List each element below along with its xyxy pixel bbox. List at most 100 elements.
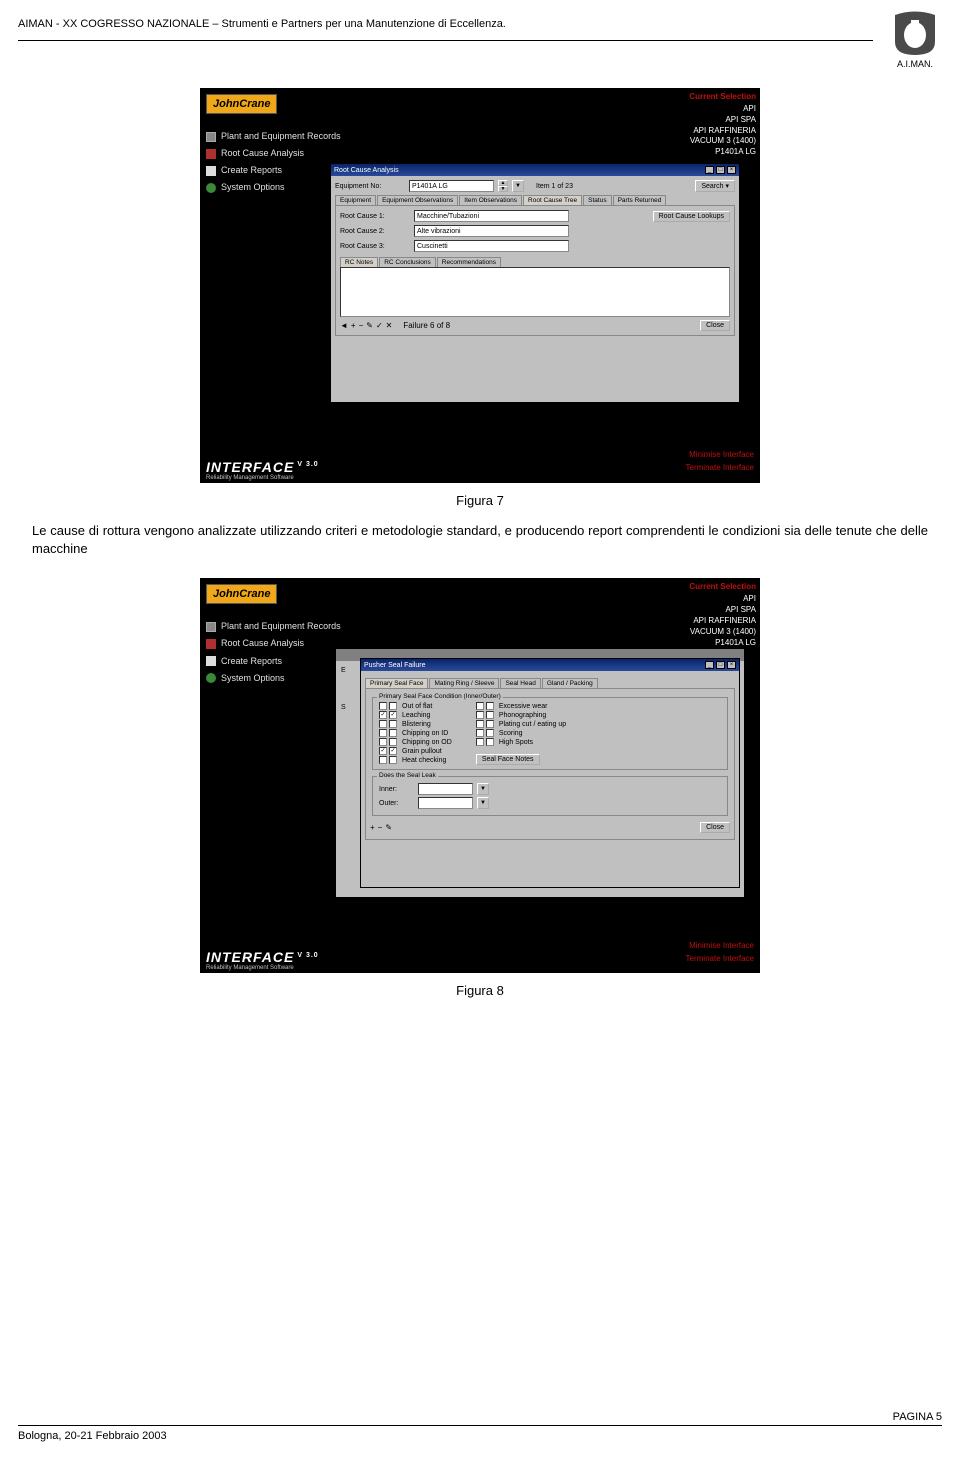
chevron-down-icon[interactable]: ▼ [477,783,489,795]
check-label: Phonographing [499,712,547,719]
checkbox-outer[interactable] [486,711,494,719]
close-button[interactable]: Close [700,320,730,331]
check-row: Heat checking [379,756,452,764]
minimise-interface-link[interactable]: Minimise Interface [686,940,754,953]
inner-leak-select[interactable] [418,783,473,795]
notes-textarea[interactable] [340,267,730,317]
checkbox-inner[interactable] [379,756,387,764]
checkbox-outer[interactable] [389,729,397,737]
tab-recommendations[interactable]: Recommendations [437,257,501,267]
check-label: Leaching [402,712,430,719]
tab-status[interactable]: Status [583,195,611,205]
nav-system-options[interactable]: System Options [206,670,341,687]
current-selection-list: API API SPA API RAFFINERIA VACUUM 3 (140… [690,594,756,648]
minimise-interface-link[interactable]: Minimise Interface [686,449,754,462]
terminate-interface-link[interactable]: Terminate Interface [686,953,754,966]
delete-record-button[interactable]: − [359,321,364,330]
checkbox-outer[interactable] [486,729,494,737]
checkbox-outer[interactable] [389,720,397,728]
maximize-button[interactable]: □ [716,661,725,669]
search-button[interactable]: Search ▾ [695,180,735,192]
checkbox-inner[interactable] [476,702,484,710]
check-row: Phonographing [476,711,566,719]
tab-rc-conclusions[interactable]: RC Conclusions [379,257,436,267]
nav-system-options[interactable]: System Options [206,179,341,196]
check-row: Excessive wear [476,702,566,710]
close-window-button[interactable]: × [727,166,736,174]
checkbox-outer[interactable] [389,738,397,746]
first-record-button[interactable]: ◄ [340,321,348,330]
nav-label: Root Cause Analysis [221,635,304,652]
interface-brand: INTERFACEV 3.0 [206,949,319,965]
rc2-input[interactable]: Alte vibrazioni [414,225,569,237]
outer-leak-select[interactable] [418,797,473,809]
tab-item-obs[interactable]: Item Observations [459,195,522,205]
checkbox-inner[interactable]: ✓ [379,711,387,719]
nav-plant-equipment[interactable]: Plant and Equipment Records [206,128,341,145]
check-label: Blistering [402,721,431,728]
checkbox-outer[interactable] [486,720,494,728]
window-titlebar: Root Cause Analysis _ □ × [331,164,739,176]
close-window-button[interactable]: × [727,661,736,669]
tab-seal-head[interactable]: Seal Head [500,678,540,688]
tab-mating-ring[interactable]: Mating Ring / Sleeve [429,678,499,688]
spin-buttons[interactable]: ▲▼ [498,180,508,192]
seal-face-notes-button[interactable]: Seal Face Notes [476,754,540,765]
checkbox-inner[interactable] [476,729,484,737]
rc1-input[interactable]: Macchine/Tubazioni [414,210,569,222]
checkbox-outer[interactable] [389,702,397,710]
add-record-button[interactable]: + [370,823,375,832]
checkbox-inner[interactable] [476,738,484,746]
terminate-interface-link[interactable]: Terminate Interface [686,462,754,475]
add-record-button[interactable]: + [351,321,356,330]
minimize-button[interactable]: _ [705,166,714,174]
current-selection-list: API API SPA API RAFFINERIA VACUUM 3 (140… [690,104,756,158]
tab-root-cause-tree[interactable]: Root Cause Tree [523,195,582,205]
checkbox-outer[interactable]: ✓ [389,747,397,755]
nav-root-cause[interactable]: Root Cause Analysis [206,635,341,652]
checkbox-outer[interactable]: ✓ [389,711,397,719]
check-label: Grain pullout [402,748,442,755]
checkbox-inner[interactable] [379,720,387,728]
close-button[interactable]: Close [700,822,730,833]
nav-root-cause[interactable]: Root Cause Analysis [206,145,341,162]
interface-subtitle: Reliability Management Software [206,475,294,481]
rc1-label: Root Cause 1: [340,213,410,220]
sel-item: API RAFFINERIA [690,616,756,627]
minimize-button[interactable]: _ [705,661,714,669]
root-cause-lookups-button[interactable]: Root Cause Lookups [653,211,730,222]
tab-rc-notes[interactable]: RC Notes [340,257,378,267]
checkbox-inner[interactable] [476,711,484,719]
edit-record-button[interactable]: ✎ [385,823,392,832]
sel-item: P1401A LG [690,147,756,158]
checkbox-inner[interactable]: ✓ [379,747,387,755]
confirm-button[interactable]: ✓ [376,321,383,330]
rc3-input[interactable]: Cuscinetti [414,240,569,252]
bg-marker: E [341,667,346,674]
tab-equipment[interactable]: Equipment [335,195,376,205]
checkbox-inner[interactable] [379,702,387,710]
checkbox-inner[interactable] [476,720,484,728]
equipment-no-input[interactable]: P1401A LG [409,180,494,192]
tab-gland-packing[interactable]: Gland / Packing [542,678,598,688]
footer-left: Bologna, 20-21 Febbraio 2003 [18,1430,167,1442]
check-row: Chipping on OD [379,738,452,746]
tab-parts-returned[interactable]: Parts Returned [613,195,667,205]
checkbox-inner[interactable] [379,738,387,746]
seal-leak-group: Does the Seal Leak Inner: ▼ Outer: ▼ [372,776,728,816]
maximize-button[interactable]: □ [716,166,725,174]
nav-create-reports[interactable]: Create Reports [206,653,341,670]
cancel-edit-button[interactable]: ✕ [386,321,393,330]
checkbox-outer[interactable] [389,756,397,764]
dropdown-button[interactable]: ▼ [512,180,524,192]
checkbox-outer[interactable] [486,738,494,746]
chevron-down-icon[interactable]: ▼ [477,797,489,809]
nav-plant-equipment[interactable]: Plant and Equipment Records [206,618,341,635]
tab-primary-seal-face[interactable]: Primary Seal Face [365,678,428,688]
nav-create-reports[interactable]: Create Reports [206,162,341,179]
delete-record-button[interactable]: − [378,823,383,832]
checkbox-inner[interactable] [379,729,387,737]
tab-equip-obs[interactable]: Equipment Observations [377,195,458,205]
edit-record-button[interactable]: ✎ [366,321,373,330]
checkbox-outer[interactable] [486,702,494,710]
